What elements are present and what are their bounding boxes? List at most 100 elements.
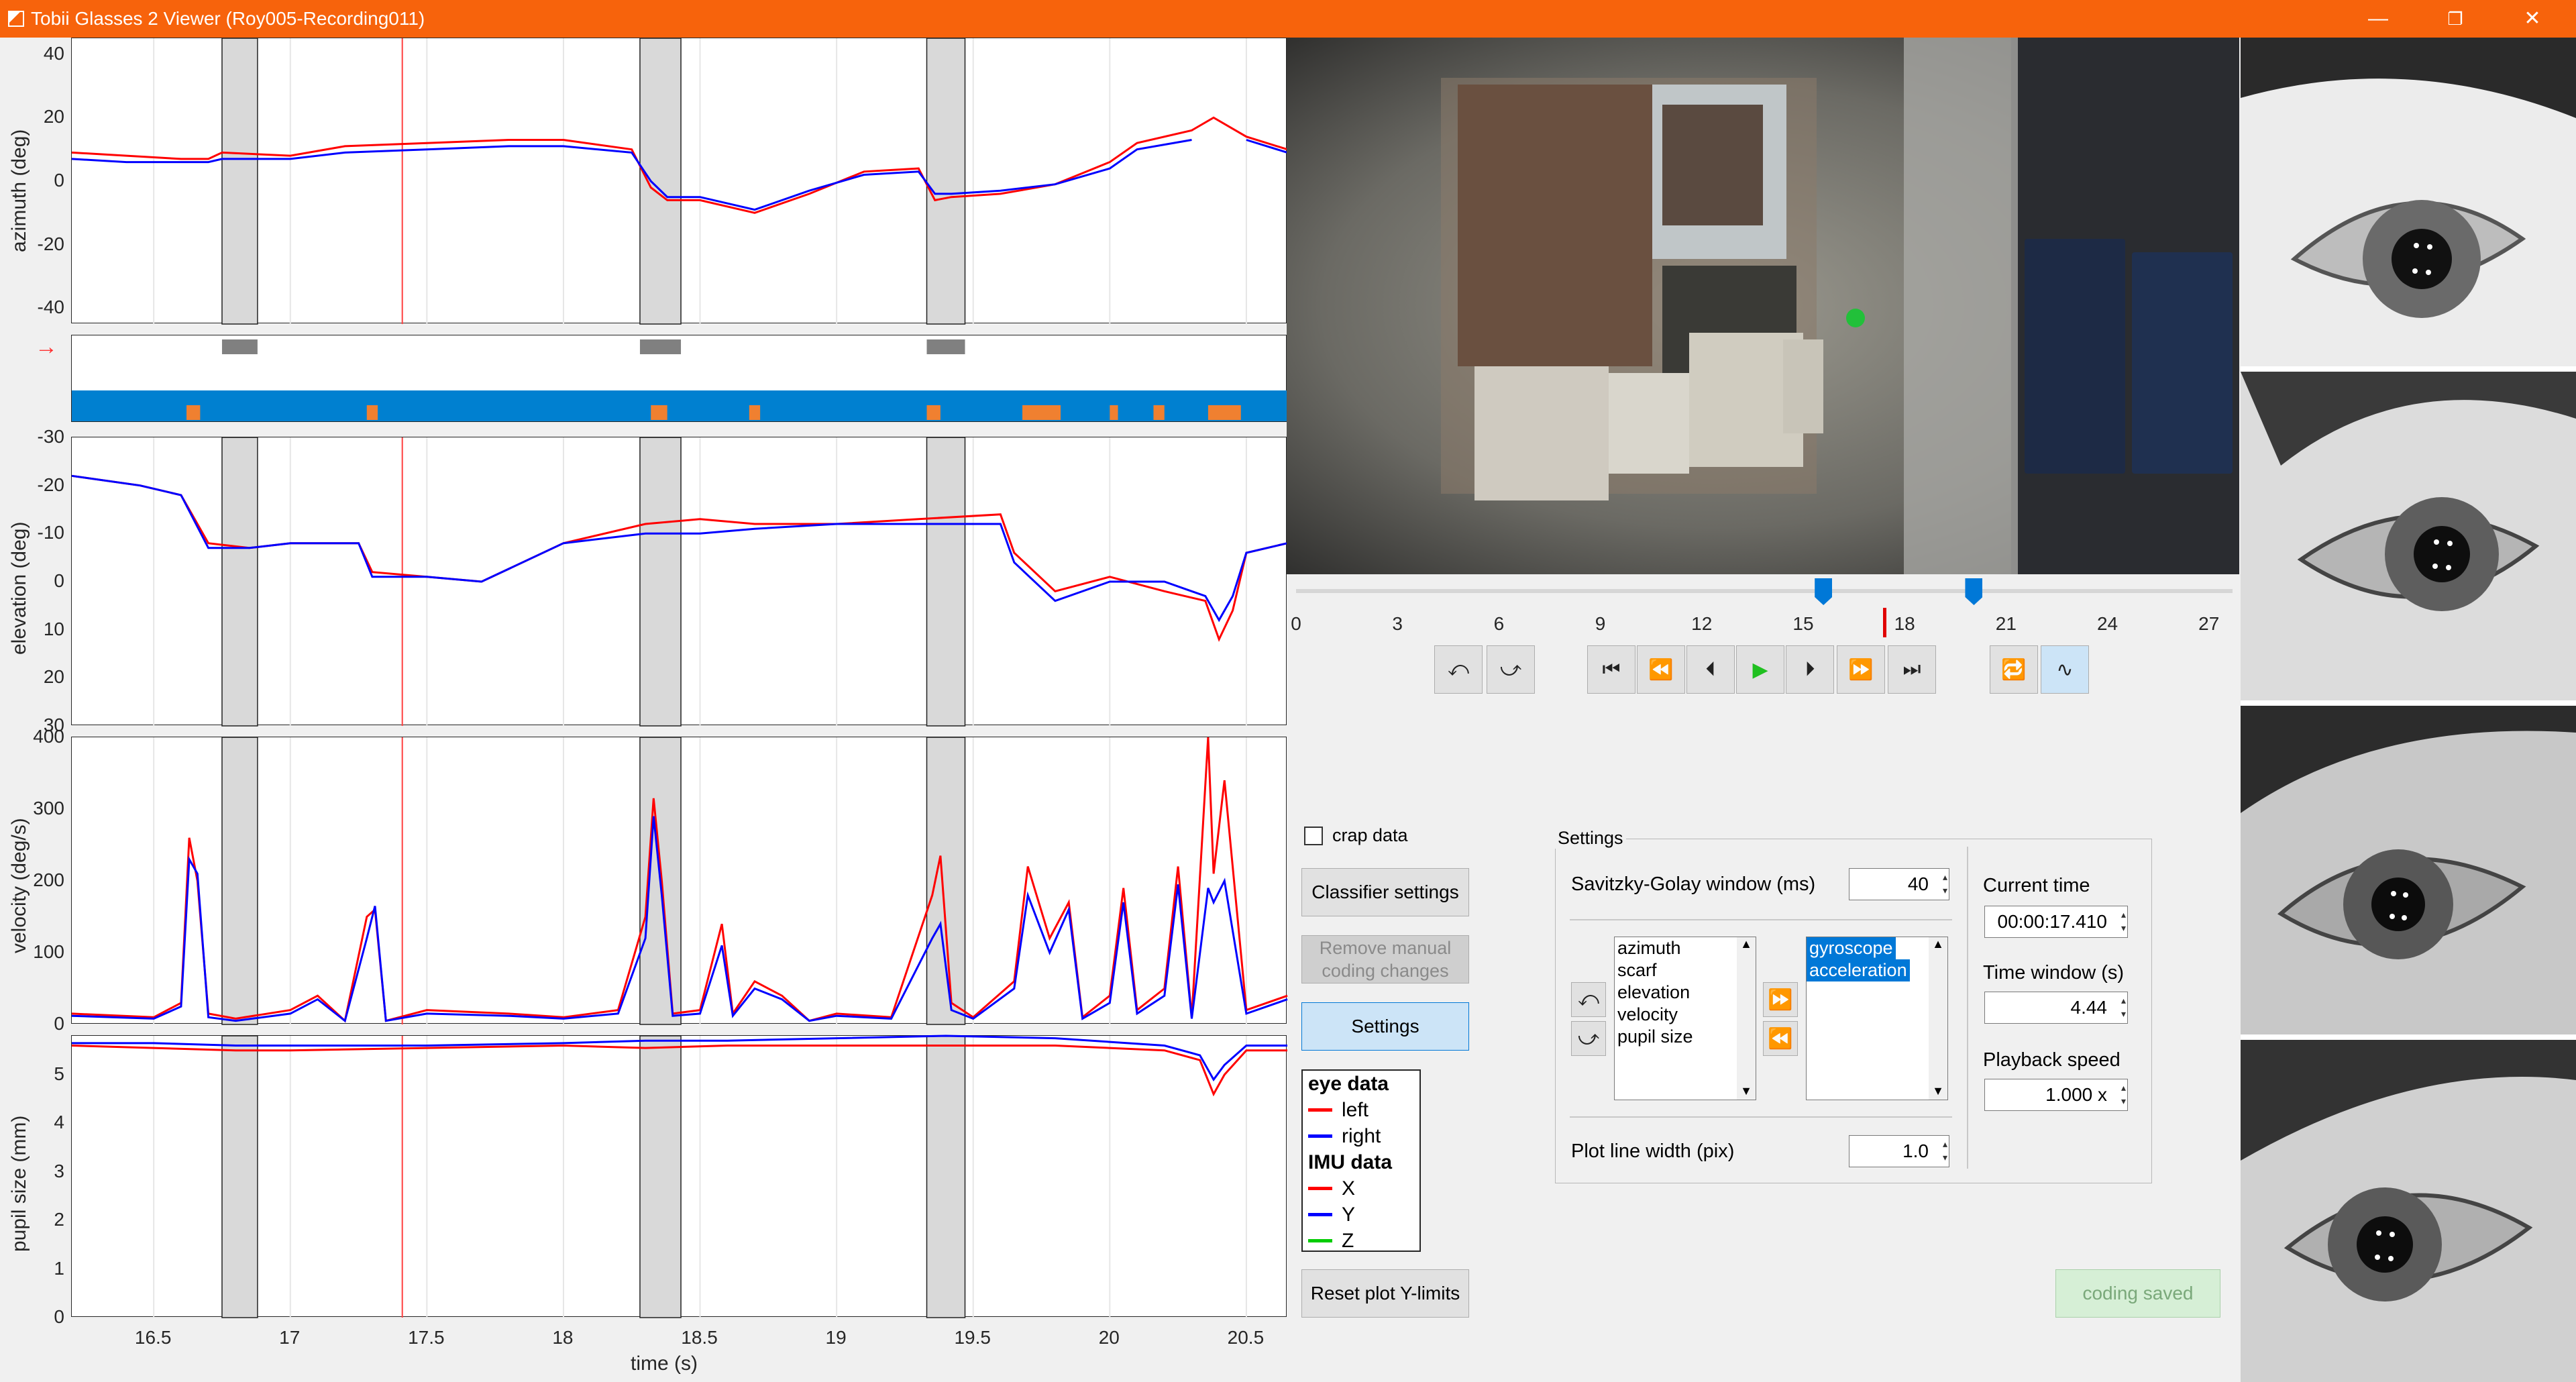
timeline-tick-label: 6: [1493, 613, 1505, 634]
pupil-ylabel: pupil size (mm): [8, 1115, 30, 1252]
x-tick-label: 16.5: [134, 1327, 172, 1348]
line-width-field[interactable]: 1.0 ▴ ▾: [1849, 1135, 1949, 1167]
classifier-settings-button[interactable]: Classifier settings: [1301, 868, 1469, 916]
list-item[interactable]: elevation: [1615, 981, 1756, 1004]
timeline-tick-label: 0: [1291, 613, 1301, 634]
timeline-tick-label: 3: [1392, 613, 1403, 634]
title-bar: Tobii Glasses 2 Viewer (Roy005-Recording…: [0, 0, 2576, 38]
classification-event: [1022, 405, 1061, 420]
add-arrow-icon: ⏩: [1768, 988, 1793, 1011]
sg-window-field[interactable]: 40 ▴ ▾: [1849, 868, 1949, 900]
undo-loop-button[interactable]: ⤺: [1434, 645, 1483, 694]
velocity-plot[interactable]: [71, 737, 1288, 1025]
x-tick-label: 18.5: [681, 1327, 718, 1348]
list-item[interactable]: velocity: [1615, 1004, 1756, 1026]
skip-end-button[interactable]: ⏭: [1888, 645, 1936, 694]
rewind-button[interactable]: ⏪: [1637, 645, 1685, 694]
minimize-button[interactable]: —: [2341, 0, 2415, 38]
time-window-field[interactable]: 4.44 ▴ ▾: [1984, 992, 2128, 1024]
legend-item-x: X: [1303, 1175, 1419, 1202]
play-icon: ▶: [1752, 658, 1768, 681]
pupil-tick-label: 5: [54, 1063, 64, 1084]
timeline-tick-label: 15: [1792, 613, 1814, 634]
window-start-handle[interactable]: [1815, 578, 1833, 605]
list-item[interactable]: gyroscope: [1807, 937, 1896, 959]
restore-button[interactable]: ❐: [2418, 0, 2492, 38]
elevation-plot[interactable]: [71, 437, 1288, 727]
legend-item-y: Y: [1303, 1202, 1419, 1228]
eye-image-4: [2241, 1040, 2576, 1382]
close-button[interactable]: ✕: [2496, 0, 2569, 38]
reset-ylimits-button[interactable]: Reset plot Y-limits: [1301, 1269, 1469, 1318]
remove-manual-coding-button[interactable]: Remove manual coding changes: [1301, 935, 1469, 984]
pupil-tick-label: 1: [54, 1257, 64, 1279]
pupil-plot[interactable]: [71, 1034, 1287, 1318]
elevation-tick-label: 0: [54, 570, 64, 591]
fast-forward-button[interactable]: ⏩: [1837, 645, 1885, 694]
playback-speed-field[interactable]: 1.000 x ▴ ▾: [1984, 1079, 2128, 1111]
timeline-slider[interactable]: 0 3 6 9 12 15 18 21 24 27: [1291, 578, 2234, 645]
legend-item-right: right: [1303, 1123, 1419, 1149]
marked-interval: [221, 1035, 258, 1318]
x-tick-label: 20.5: [1227, 1327, 1265, 1348]
settings-button[interactable]: Settings: [1301, 1002, 1469, 1051]
remove-arrow-icon: ⏪: [1768, 1027, 1793, 1050]
timeline-tick-label: 27: [2198, 613, 2220, 634]
classifier-arrow-icon: →: [35, 334, 58, 360]
x-tick-label: 17.5: [408, 1327, 445, 1348]
timeline-tick-label: 12: [1691, 613, 1713, 634]
crap-data-checkbox[interactable]: [1304, 827, 1323, 845]
add-to-plots-button[interactable]: ⏩: [1763, 982, 1798, 1017]
loop-button[interactable]: 🔁: [1990, 645, 2038, 694]
current-time-field[interactable]: 00:00:17.410 ▴ ▾: [1984, 906, 2128, 938]
timeline-track[interactable]: [1296, 589, 2233, 593]
move-down-button[interactable]: ⤻: [1571, 1021, 1606, 1056]
step-forward-icon: ⏵: [1805, 658, 1815, 680]
list-item[interactable]: azimuth: [1615, 937, 1756, 959]
rewind-icon: ⏪: [1648, 658, 1674, 681]
play-button[interactable]: ▶: [1736, 645, 1784, 694]
elevation-tick-label: 10: [43, 618, 64, 639]
step-forward-button[interactable]: ⏵: [1786, 645, 1834, 694]
classification-event: [1153, 405, 1165, 420]
scrollbar[interactable]: ▲ ▼: [1929, 937, 1947, 1100]
list-item[interactable]: scarf: [1615, 959, 1756, 981]
remove-from-plots-button[interactable]: ⏪: [1763, 1021, 1798, 1056]
eye-camera-panel: [2241, 38, 2576, 1382]
redo-loop-button[interactable]: ⤻: [1487, 645, 1535, 694]
list-item[interactable]: pupil size: [1615, 1026, 1756, 1048]
skip-start-button[interactable]: ⏮: [1587, 645, 1635, 694]
plot-order-list[interactable]: azimuth scarf elevation velocity pupil s…: [1614, 937, 1756, 1100]
step-back-button[interactable]: ⏴: [1686, 645, 1735, 694]
legend-item-z: Z: [1303, 1228, 1419, 1254]
classification-event: [186, 405, 201, 420]
marked-interval: [639, 38, 682, 325]
window-end-handle[interactable]: [1965, 578, 1983, 605]
coding-saved-button[interactable]: coding saved: [2055, 1269, 2220, 1318]
x-tick-label: 20: [1098, 1327, 1120, 1348]
marked-interval: [639, 437, 682, 727]
list-item[interactable]: acceleration: [1807, 959, 1910, 981]
eye-image-2: [2241, 372, 2576, 700]
pupil-tick-label: 4: [54, 1112, 64, 1133]
x-tick-label: 19: [825, 1327, 847, 1348]
timeline-tick-label: 24: [2096, 613, 2118, 634]
smooth-toggle-button[interactable]: ∿: [2041, 645, 2089, 694]
move-up-button[interactable]: ⤺: [1571, 982, 1606, 1017]
marked-interval: [926, 1035, 966, 1318]
classification-event: [926, 405, 941, 420]
scrollbar[interactable]: ▲ ▼: [1737, 937, 1756, 1100]
velocity-tick-label: 100: [33, 941, 64, 962]
hidden-plots-list[interactable]: gyroscope acceleration ▲ ▼: [1806, 937, 1948, 1100]
divider: [1967, 847, 1968, 1169]
move-down-icon: ⤻: [1577, 1027, 1600, 1049]
classifier-strip[interactable]: [71, 335, 1287, 422]
fast-forward-icon: ⏩: [1848, 658, 1874, 681]
crap-data-label: crap data: [1332, 825, 1408, 845]
settings-panel-title: Settings: [1555, 828, 1626, 849]
azimuth-tick-label: 0: [54, 170, 64, 191]
marked-interval: [221, 38, 258, 325]
azimuth-plot[interactable]: [71, 38, 1288, 325]
classification-bar: [72, 390, 1287, 421]
scene-video[interactable]: [1287, 38, 2239, 574]
